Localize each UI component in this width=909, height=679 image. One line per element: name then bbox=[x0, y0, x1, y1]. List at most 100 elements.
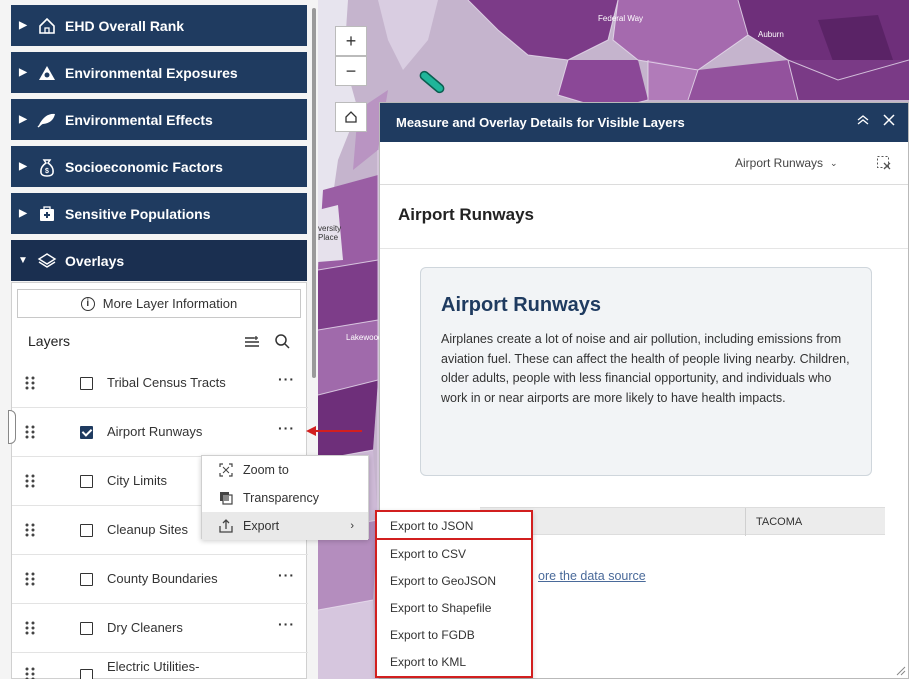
layer-row-county-boundaries[interactable]: County Boundaries ··· bbox=[12, 555, 308, 604]
collapse-icon[interactable] bbox=[855, 112, 871, 133]
drag-handle-icon[interactable] bbox=[25, 572, 35, 591]
layer-checkbox[interactable] bbox=[80, 377, 93, 390]
layer-name: Airport Runways bbox=[107, 424, 203, 439]
annotation-arrow bbox=[306, 426, 362, 436]
leaf-icon bbox=[33, 106, 61, 134]
more-layer-information-button[interactable]: i More Layer Information bbox=[17, 289, 301, 318]
category-label: EHD Overall Rank bbox=[65, 17, 185, 34]
map-label-place: versity Place bbox=[318, 224, 342, 242]
zoom-out-button[interactable]: − bbox=[335, 56, 367, 86]
layer-checkbox[interactable] bbox=[80, 573, 93, 586]
layer-name: County Boundaries bbox=[107, 571, 218, 586]
layer-row-electric-utilities[interactable]: Electric Utilities- bbox=[12, 653, 308, 679]
category-label: Overlays bbox=[65, 252, 125, 269]
caret-down-icon: ▼ bbox=[18, 255, 28, 266]
layer-row-airport-runways[interactable]: Airport Runways ··· bbox=[12, 408, 308, 457]
drag-handle-icon[interactable] bbox=[25, 621, 35, 640]
divider bbox=[380, 248, 908, 249]
layer-name: Tribal Census Tracts bbox=[107, 375, 226, 390]
layer-context-menu: Zoom to Transparency Export › bbox=[201, 455, 369, 540]
layer-name: Electric Utilities- bbox=[107, 659, 200, 674]
panel-title: Measure and Overlay Details for Visible … bbox=[396, 115, 685, 130]
caret-right-icon: ▶ bbox=[19, 208, 27, 219]
map-label-city: Auburn bbox=[758, 30, 784, 39]
money-bag-icon: $ bbox=[33, 153, 61, 181]
sidebar-collapse-handle[interactable] bbox=[8, 410, 16, 444]
zoom-in-button[interactable]: + bbox=[335, 26, 367, 56]
export-label: Export to CSV bbox=[390, 546, 467, 561]
export-to-csv[interactable]: Export to CSV bbox=[377, 540, 531, 567]
export-icon bbox=[217, 519, 235, 533]
card-description: Airplanes create a lot of noise and air … bbox=[441, 332, 850, 405]
export-label: Export to Shapefile bbox=[390, 600, 492, 615]
layers-icon bbox=[33, 247, 61, 275]
export-to-kml[interactable]: Export to KML bbox=[377, 648, 531, 675]
category-overlays[interactable]: ▼ Overlays bbox=[11, 240, 307, 281]
menu-item-export[interactable]: Export › bbox=[202, 512, 368, 540]
drag-handle-icon[interactable] bbox=[25, 425, 35, 444]
zoom-out-label: − bbox=[345, 60, 357, 81]
category-socioeconomic-factors[interactable]: ▶ $ Socioeconomic Factors bbox=[11, 146, 307, 187]
export-to-geojson[interactable]: Export to GeoJSON bbox=[377, 567, 531, 594]
close-icon[interactable] bbox=[881, 112, 897, 133]
export-label: Export to JSON bbox=[390, 518, 474, 533]
layer-checkbox[interactable] bbox=[80, 524, 93, 537]
info-icon: i bbox=[80, 296, 95, 311]
layer-select-dropdown[interactable]: Airport Runways ⌄ bbox=[735, 156, 838, 170]
caret-right-icon: ▶ bbox=[19, 161, 27, 172]
more-options-icon[interactable]: ··· bbox=[278, 567, 295, 583]
transparency-icon bbox=[217, 491, 235, 505]
map-label-road: Federal Way bbox=[598, 14, 644, 23]
category-environmental-effects[interactable]: ▶ Environmental Effects bbox=[11, 99, 307, 140]
layer-checkbox[interactable] bbox=[80, 426, 93, 439]
chevron-right-icon: › bbox=[350, 520, 354, 532]
category-label: Environmental Effects bbox=[65, 111, 213, 128]
layer-checkbox[interactable] bbox=[80, 622, 93, 635]
layer-name: City Limits bbox=[107, 473, 167, 488]
drag-handle-icon[interactable] bbox=[25, 376, 35, 395]
more-options-icon[interactable]: ··· bbox=[278, 420, 295, 436]
layer-row-tribal-census-tracts[interactable]: Tribal Census Tracts ··· bbox=[12, 359, 308, 408]
export-to-fgdb[interactable]: Export to FGDB bbox=[377, 621, 531, 648]
layer-checkbox[interactable] bbox=[80, 669, 93, 679]
layer-name: Cleanup Sites bbox=[107, 522, 188, 537]
panel-header: Measure and Overlay Details for Visible … bbox=[380, 103, 908, 142]
export-to-json[interactable]: Export to JSON bbox=[377, 512, 531, 539]
zoom-to-icon bbox=[217, 463, 235, 477]
menu-item-zoom-to[interactable]: Zoom to bbox=[202, 456, 368, 484]
caret-right-icon: ▶ bbox=[19, 67, 27, 78]
panel-layer-title: Airport Runways bbox=[398, 205, 535, 224]
clear-selection-icon[interactable] bbox=[876, 155, 892, 176]
drag-handle-icon[interactable] bbox=[25, 474, 35, 493]
warning-icon bbox=[33, 59, 61, 87]
category-ehd-overall-rank[interactable]: ▶ EHD Overall Rank bbox=[11, 5, 307, 46]
menu-item-label: Transparency bbox=[243, 491, 319, 505]
category-environmental-exposures[interactable]: ▶ Environmental Exposures bbox=[11, 52, 307, 93]
data-source-link[interactable]: ore the data source bbox=[538, 569, 646, 583]
menu-item-label: Zoom to bbox=[243, 463, 289, 477]
layer-checkbox[interactable] bbox=[80, 475, 93, 488]
search-icon[interactable] bbox=[274, 333, 290, 354]
resize-grip-icon[interactable] bbox=[896, 666, 906, 676]
menu-item-label: Export bbox=[243, 519, 280, 533]
home-button[interactable] bbox=[335, 102, 367, 132]
drag-handle-icon[interactable] bbox=[25, 667, 35, 679]
panel-toolbar: Airport Runways ⌄ bbox=[380, 142, 908, 185]
chevron-down-icon: ⌄ bbox=[830, 157, 838, 168]
first-aid-icon bbox=[33, 200, 61, 228]
filter-list-icon[interactable] bbox=[244, 335, 260, 354]
layer-select-value: Airport Runways bbox=[735, 156, 824, 170]
export-label: Export to KML bbox=[390, 654, 467, 669]
sidebar-scrollbar[interactable] bbox=[312, 8, 316, 378]
drag-handle-icon[interactable] bbox=[25, 523, 35, 542]
layer-row-dry-cleaners[interactable]: Dry Cleaners ··· bbox=[12, 604, 308, 653]
zoom-in-label: + bbox=[345, 30, 357, 51]
menu-item-transparency[interactable]: Transparency bbox=[202, 484, 368, 512]
category-sensitive-populations[interactable]: ▶ Sensitive Populations bbox=[11, 193, 307, 234]
more-options-icon[interactable]: ··· bbox=[278, 616, 295, 632]
more-options-icon[interactable]: ··· bbox=[278, 371, 295, 387]
export-to-shapefile[interactable]: Export to Shapefile bbox=[377, 594, 531, 621]
export-label: Export to GeoJSON bbox=[390, 573, 497, 588]
layers-header: Layers bbox=[12, 329, 308, 357]
layer-description-card: Airport Runways Airplanes create a lot o… bbox=[420, 267, 872, 476]
